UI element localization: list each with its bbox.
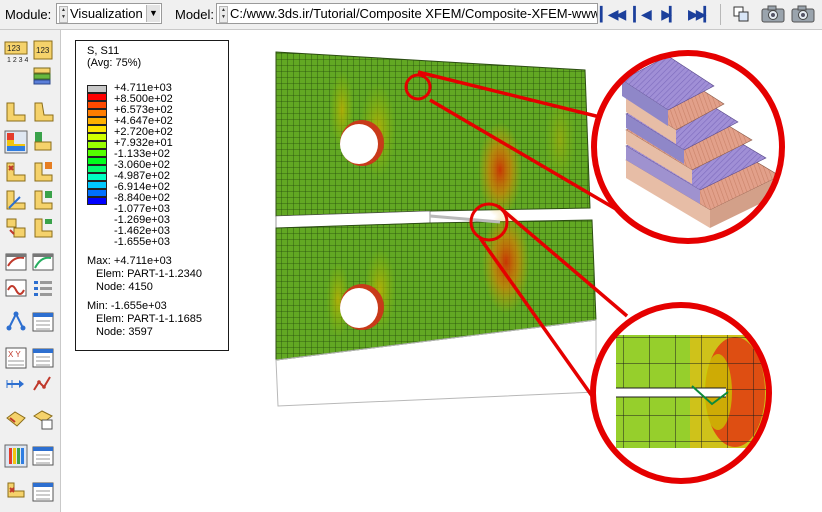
legend-swatch — [87, 117, 107, 125]
contour-options-icon[interactable] — [31, 130, 55, 154]
previous-frame-icon[interactable]: ▎◀ — [630, 5, 652, 24]
xy-plot-icon[interactable] — [4, 372, 28, 396]
legend-swatch — [87, 133, 107, 141]
next-frame-icon[interactable]: ▶▎ — [658, 5, 680, 24]
display-group-manager-icon[interactable] — [31, 480, 55, 504]
svg-text:X Y: X Y — [8, 350, 21, 359]
xy-data-manager-icon[interactable] — [31, 346, 55, 370]
first-frame-icon[interactable]: ▎◀◀ — [600, 5, 626, 24]
model-label: Model: — [175, 7, 215, 22]
module-combo[interactable]: ▲ ▼ Visualization ▼ — [56, 3, 162, 24]
zoom-circle-layup — [591, 50, 785, 244]
svg-text:123: 123 — [7, 44, 21, 53]
legend-swatch — [87, 85, 107, 93]
legend-max-node: Node: 4150 — [96, 281, 153, 293]
orientation-options-icon[interactable] — [31, 188, 55, 212]
last-frame-icon[interactable]: ▶▶▎ — [688, 5, 714, 24]
contour-legend: S, S11 (Avg: 75%) +4.711e+03 +8.500e+02 … — [75, 40, 229, 351]
legend-title: S, S11 — [87, 45, 120, 57]
path-manager-icon[interactable] — [31, 310, 55, 334]
camera-settings-icon[interactable] — [790, 4, 816, 24]
legend-swatch — [87, 93, 107, 101]
legend-swatch — [87, 157, 107, 165]
xy-data-icon[interactable]: X Y — [4, 346, 28, 370]
report-field-icon[interactable] — [4, 408, 28, 432]
hole-upper — [340, 120, 384, 166]
lower-plate — [275, 210, 597, 361]
stacked-layers-icon[interactable] — [31, 62, 55, 86]
numbered-labels-icon[interactable]: 123 1 2 3 4 — [4, 40, 28, 64]
legend-swatch — [87, 189, 107, 197]
legend-swatch — [87, 101, 107, 109]
symbol-plot-icon[interactable] — [4, 160, 28, 184]
view-cut-manager-icon[interactable] — [31, 444, 55, 468]
legend-swatch — [87, 173, 107, 181]
module-label: Module: — [5, 7, 52, 22]
display-group-icon[interactable] — [4, 480, 28, 504]
model-value: C:/www.3ds.ir/Tutorial/Composite XFEM/Co… — [230, 6, 598, 21]
animate-scale-icon[interactable] — [4, 250, 28, 274]
undeformed-shape-icon[interactable] — [4, 100, 28, 124]
legend-averaging: (Avg: 75%) — [87, 57, 142, 69]
xy-curve-icon[interactable] — [31, 372, 55, 396]
stream-plot-icon[interactable] — [31, 408, 55, 432]
view-cut-icon[interactable] — [4, 444, 28, 468]
toolbar-divider — [720, 4, 721, 25]
contour-plot-icon[interactable] — [4, 130, 28, 154]
create-path-icon[interactable] — [4, 310, 28, 334]
svg-text:123: 123 — [36, 46, 50, 55]
deformed-shape-icon[interactable] — [31, 100, 55, 124]
animate-time-icon[interactable] — [31, 250, 55, 274]
legend-swatch — [87, 141, 107, 149]
camera-icon[interactable] — [760, 4, 786, 24]
svg-text:1 2 3 4: 1 2 3 4 — [7, 57, 28, 64]
legend-min: Min: -1.655e+03 — [87, 300, 167, 312]
material-orientation-icon[interactable] — [4, 188, 28, 212]
legend-swatch — [87, 149, 107, 157]
common-options-icon[interactable] — [31, 216, 55, 240]
spin-arrows-icon[interactable]: ▲ ▼ — [219, 6, 228, 23]
legend-swatch — [87, 197, 107, 205]
legend-min-node: Node: 3597 — [96, 326, 153, 338]
legend-max-elem: Elem: PART-1-1.2340 — [96, 268, 202, 280]
part-numbering-icon[interactable]: 123 — [31, 38, 55, 62]
model-combo[interactable]: ▲ ▼ C:/www.3ds.ir/Tutorial/Composite XFEM… — [216, 3, 598, 24]
legend-swatch — [87, 181, 107, 189]
frame-select-icon[interactable] — [730, 4, 752, 24]
symbol-options-icon[interactable] — [31, 160, 55, 184]
legend-value: -1.655e+03 — [114, 236, 170, 248]
legend-swatch — [87, 165, 107, 173]
legend-max: Max: +4.711e+03 — [87, 255, 172, 267]
zoom-circle-crack — [590, 302, 772, 484]
module-value: Visualization — [70, 6, 143, 21]
legend-swatch — [87, 109, 107, 117]
legend-min-elem: Elem: PART-1-1.1685 — [96, 313, 202, 325]
superimpose-icon[interactable] — [4, 216, 28, 240]
chevron-down-icon[interactable]: ▼ — [146, 5, 160, 22]
animate-harmonic-icon[interactable] — [4, 276, 28, 300]
toolbox: 123 1 2 3 4 123 X Y — [0, 30, 61, 512]
crack — [429, 214, 501, 224]
legend-swatch — [87, 125, 107, 133]
animation-options-icon[interactable] — [31, 276, 55, 300]
spin-arrows-icon[interactable]: ▲ ▼ — [59, 6, 68, 23]
hole-lower — [340, 284, 384, 330]
top-toolbar: Module: ▲ ▼ Visualization ▼ Model: ▲ ▼ C:/… — [0, 0, 822, 30]
